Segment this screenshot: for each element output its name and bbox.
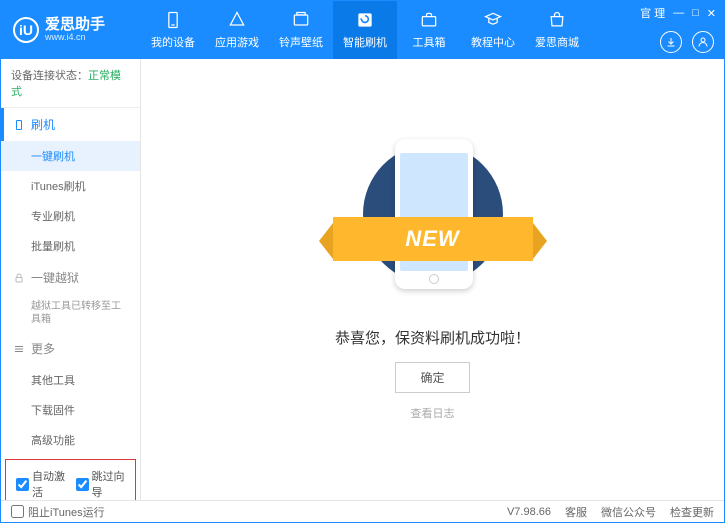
footer-link-support[interactable]: 客服 — [565, 504, 587, 520]
shop-icon — [547, 10, 567, 30]
sidebar-item-batch-flash[interactable]: 批量刷机 — [1, 231, 140, 261]
close-icon[interactable]: ✕ — [707, 7, 716, 20]
section-flash[interactable]: 刷机 — [1, 108, 140, 141]
section-title: 更多 — [31, 340, 55, 357]
sidebar-item-pro-flash[interactable]: 专业刷机 — [1, 201, 140, 231]
logo-area: iU 爱思助手 www.i4.cn — [1, 17, 141, 43]
more-icon — [13, 343, 25, 355]
sidebar-item-download-firmware[interactable]: 下载固件 — [1, 395, 140, 425]
sidebar: 设备连接状态：正常模式 刷机 一键刷机 iTunes刷机 专业刷机 批量刷机 一… — [1, 59, 141, 500]
success-message: 恭喜您，保资料刷机成功啦！ — [335, 327, 530, 348]
ok-button[interactable]: 确定 — [395, 362, 469, 393]
flash-icon — [355, 10, 375, 30]
nav-label: 爱思商城 — [535, 34, 579, 50]
nav-label: 应用游戏 — [215, 34, 259, 50]
view-log-link[interactable]: 查看日志 — [411, 405, 455, 421]
section-jailbreak[interactable]: 一键越狱 — [1, 261, 140, 294]
lock-icon — [13, 272, 25, 284]
status-label: 设备连接状态： — [11, 70, 88, 82]
nav-tutorial[interactable]: 教程中心 — [461, 1, 525, 59]
checkbox-label: 自动激活 — [32, 468, 66, 500]
options-row: 自动激活 跳过向导 — [5, 459, 136, 500]
nav-my-device[interactable]: 我的设备 — [141, 1, 205, 59]
logo-badge-icon: iU — [13, 17, 39, 43]
media-icon — [291, 10, 311, 30]
maximize-icon[interactable]: □ — [692, 7, 699, 19]
nav-flash[interactable]: 智能刷机 — [333, 1, 397, 59]
connection-status: 设备连接状态：正常模式 — [1, 59, 140, 108]
nav-apps[interactable]: 应用游戏 — [205, 1, 269, 59]
auto-activate-checkbox[interactable]: 自动激活 — [16, 468, 66, 500]
tutorial-icon — [483, 10, 503, 30]
jailbreak-note: 越狱工具已转移至工具箱 — [1, 294, 140, 332]
section-more[interactable]: 更多 — [1, 332, 140, 365]
apps-icon — [227, 10, 247, 30]
minimize-icon[interactable]: — — [673, 7, 684, 19]
block-itunes-checkbox[interactable]: 阻止iTunes运行 — [11, 504, 105, 520]
nav-label: 铃声壁纸 — [279, 34, 323, 50]
nav-label: 我的设备 — [151, 34, 195, 50]
window-controls: 官 理 — □ ✕ — [640, 5, 716, 21]
skip-guide-checkbox[interactable]: 跳过向导 — [76, 468, 126, 500]
section-title: 一键越狱 — [31, 269, 79, 286]
nav-label: 工具箱 — [413, 34, 446, 50]
app-subtitle: www.i4.cn — [45, 33, 105, 43]
footer: 阻止iTunes运行 V7.98.66 客服 微信公众号 检查更新 — [1, 500, 724, 522]
vip-label: 官 理 — [640, 5, 665, 21]
toolbox-icon — [419, 10, 439, 30]
nav-media[interactable]: 铃声壁纸 — [269, 1, 333, 59]
success-illustration: NEW — [323, 139, 543, 309]
phone-icon — [13, 119, 25, 131]
app-title: 爱思助手 — [45, 17, 105, 34]
user-button[interactable] — [692, 31, 714, 53]
download-button[interactable] — [660, 31, 682, 53]
content-area: NEW 恭喜您，保资料刷机成功啦！ 确定 查看日志 — [141, 59, 724, 500]
version-label: V7.98.66 — [507, 506, 551, 518]
ribbon-text: NEW — [405, 226, 459, 252]
block-itunes-label: 阻止iTunes运行 — [28, 504, 105, 520]
sidebar-item-other-tools[interactable]: 其他工具 — [1, 365, 140, 395]
auto-activate-input[interactable] — [16, 478, 29, 491]
nav-shop[interactable]: 爱思商城 — [525, 1, 589, 59]
download-icon — [665, 36, 677, 48]
main-nav: 我的设备 应用游戏 铃声壁纸 智能刷机 工具箱 教程中心 爱思商城 — [141, 1, 589, 59]
header: iU 爱思助手 www.i4.cn 我的设备 应用游戏 铃声壁纸 智能刷机 工具… — [1, 1, 724, 59]
checkbox-label: 跳过向导 — [92, 468, 126, 500]
user-icon — [697, 36, 709, 48]
nav-toolbox[interactable]: 工具箱 — [397, 1, 461, 59]
sidebar-item-itunes-flash[interactable]: iTunes刷机 — [1, 171, 140, 201]
device-icon — [163, 10, 183, 30]
footer-link-wechat[interactable]: 微信公众号 — [601, 504, 656, 520]
block-itunes-input[interactable] — [11, 505, 24, 518]
nav-label: 教程中心 — [471, 34, 515, 50]
footer-link-update[interactable]: 检查更新 — [670, 504, 714, 520]
sidebar-item-advanced[interactable]: 高级功能 — [1, 425, 140, 455]
skip-guide-input[interactable] — [76, 478, 89, 491]
sidebar-item-oneclick-flash[interactable]: 一键刷机 — [1, 141, 140, 171]
nav-label: 智能刷机 — [343, 34, 387, 50]
section-title: 刷机 — [31, 116, 55, 133]
